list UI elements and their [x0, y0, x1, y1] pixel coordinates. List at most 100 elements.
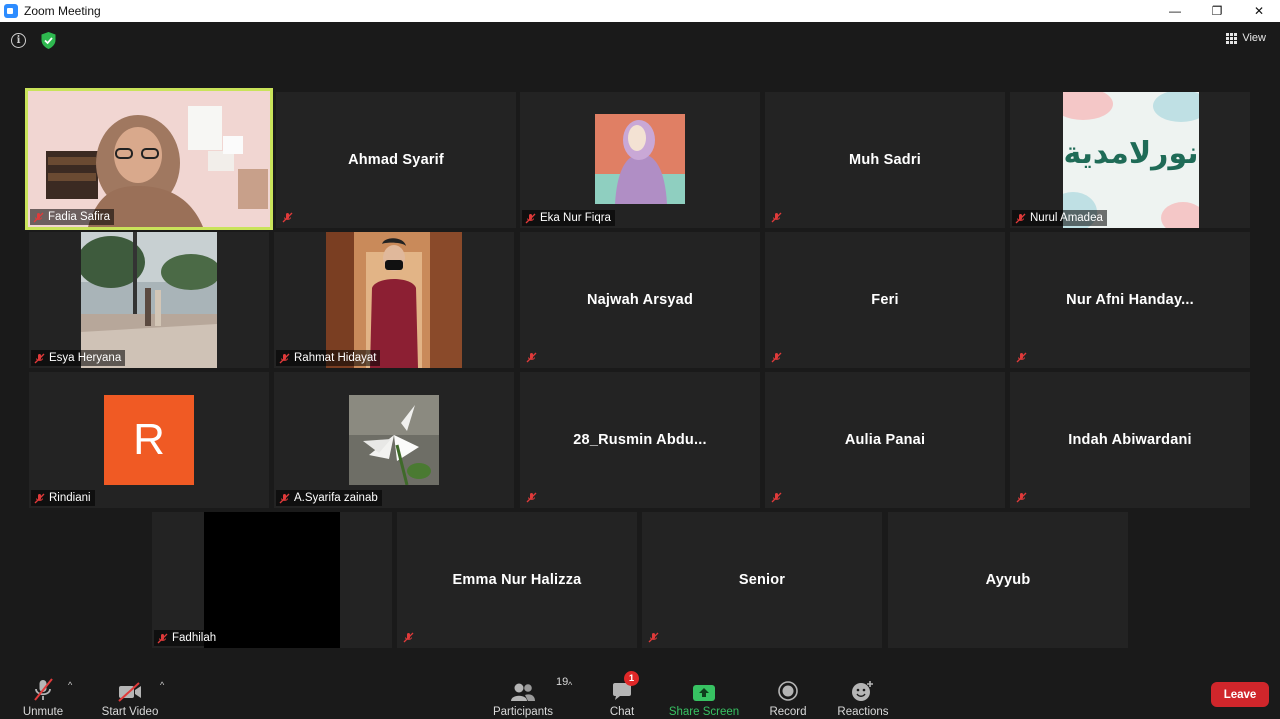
arabic-logo-text: نورلامدية — [1063, 136, 1199, 171]
participant-name-label: Nurul Amadea — [1012, 210, 1107, 226]
muted-mic-icon — [282, 212, 293, 223]
window-titlebar: Zoom Meeting — ❐ ✕ — [0, 0, 1280, 22]
share-screen-icon — [693, 685, 715, 701]
view-label: View — [1242, 32, 1266, 44]
participants-label: Participants — [492, 706, 554, 718]
video-tile[interactable]: R Rindiani — [29, 372, 269, 508]
video-tile[interactable]: Ayyub — [888, 512, 1128, 648]
video-tile[interactable]: Rahmat Hidayat — [274, 232, 514, 368]
video-tile[interactable]: Muh Sadri — [765, 92, 1005, 228]
video-tile[interactable]: Feri — [765, 232, 1005, 368]
muted-mic-icon — [525, 213, 536, 223]
window-title: Zoom Meeting — [24, 4, 101, 18]
start-video-button[interactable]: Start Video — [100, 662, 160, 719]
close-button[interactable]: ✕ — [1238, 0, 1280, 22]
participant-name: 28_Rusmin Abdu... — [573, 432, 707, 448]
info-icon[interactable]: i — [11, 33, 26, 48]
muted-mic-icon — [771, 352, 782, 363]
participant-name-label: Rindiani — [31, 490, 95, 506]
participant-name: Ahmad Syarif — [348, 152, 444, 168]
profile-picture: نورلامدية — [1063, 92, 1199, 228]
participant-name-label: A.Syarifa zainab — [276, 490, 382, 506]
participant-name: A.Syarifa zainab — [294, 492, 378, 504]
participant-name: Nur Afni Handay... — [1066, 292, 1194, 308]
muted-mic-icon — [1016, 352, 1027, 363]
participant-name: Feri — [871, 292, 899, 308]
video-tile[interactable]: 28_Rusmin Abdu... — [520, 372, 760, 508]
participants-count: 19 — [556, 676, 569, 688]
muted-mic-icon — [33, 212, 44, 222]
encryption-shield-icon[interactable] — [40, 31, 57, 50]
record-icon — [778, 681, 798, 701]
video-tile[interactable]: A.Syarifa zainab — [274, 372, 514, 508]
participants-icon — [511, 683, 535, 701]
participant-name: Emma Nur Halizza — [452, 572, 582, 588]
muted-mic-icon — [1016, 492, 1027, 503]
video-tile[interactable]: Senior — [642, 512, 882, 648]
video-options-chevron-up-icon[interactable]: ^ — [160, 680, 164, 690]
participant-name-label: Esya Heryana — [31, 350, 126, 366]
video-tile[interactable]: Indah Abiwardani — [1010, 372, 1250, 508]
meeting-topbar: i View — [0, 22, 1280, 62]
participant-video — [28, 91, 270, 227]
record-label: Record — [769, 706, 807, 718]
participants-options-chevron-up-icon[interactable]: ^ — [568, 680, 572, 690]
video-tile[interactable]: نورلامدية Nurul Amadea — [1010, 92, 1250, 228]
reactions-smiley-icon — [852, 681, 873, 701]
video-tile[interactable]: Fadhilah — [152, 512, 392, 648]
zoom-app-icon — [4, 4, 18, 18]
chat-unread-badge: 1 — [624, 671, 639, 686]
video-tile[interactable]: Emma Nur Halizza — [397, 512, 637, 648]
muted-mic-icon — [1015, 213, 1026, 223]
participant-name: Eka Nur Fiqra — [540, 212, 611, 224]
muted-mic-icon — [526, 492, 537, 503]
video-tile[interactable]: Esya Heryana — [29, 232, 269, 368]
black-video-frame — [204, 512, 340, 648]
participant-name: Rahmat Hidayat — [294, 352, 377, 364]
profile-picture — [349, 395, 439, 485]
profile-picture — [81, 232, 217, 368]
grid-view-icon — [1226, 32, 1238, 44]
participants-button[interactable]: 19 Participants — [492, 662, 568, 719]
participant-name-label: Fadia Safira — [30, 209, 115, 225]
video-tile[interactable]: Najwah Arsyad — [520, 232, 760, 368]
participant-name: Fadia Safira — [48, 211, 111, 223]
avatar-initial: R — [104, 395, 194, 485]
muted-mic-icon — [403, 632, 414, 643]
video-tile[interactable]: Eka Nur Fiqra — [520, 92, 760, 228]
unmute-button[interactable]: Unmute — [18, 662, 68, 719]
video-tile[interactable]: Nur Afni Handay... — [1010, 232, 1250, 368]
record-button[interactable]: Record — [766, 662, 810, 719]
participant-name-label: Eka Nur Fiqra — [522, 210, 615, 226]
meeting-toolbar: Unmute ^ Start Video ^ 19 Participants ^ — [0, 662, 1280, 719]
participant-name: Muh Sadri — [849, 152, 921, 168]
muted-mic-icon — [279, 353, 290, 363]
video-off-icon — [118, 682, 141, 702]
participant-name: Ayyub — [985, 572, 1031, 588]
muted-mic-icon — [648, 632, 659, 643]
participant-name: Esya Heryana — [49, 352, 122, 364]
video-tile[interactable]: Ahmad Syarif — [276, 92, 516, 228]
restore-button[interactable]: ❐ — [1196, 0, 1238, 22]
window-controls: — ❐ ✕ — [1154, 0, 1280, 22]
chat-label: Chat — [609, 706, 635, 718]
leave-button[interactable]: Leave — [1211, 682, 1269, 707]
chat-button[interactable]: 1 Chat — [602, 662, 642, 719]
participant-name: Rindiani — [49, 492, 91, 504]
participant-name: Fadhilah — [172, 632, 217, 644]
muted-mic-icon — [157, 633, 168, 643]
participant-name: Aulia Panai — [844, 432, 926, 448]
participant-name-label: Rahmat Hidayat — [276, 350, 381, 366]
view-button[interactable]: View — [1226, 32, 1266, 44]
share-screen-button[interactable]: Share Screen — [668, 662, 740, 719]
minimize-button[interactable]: — — [1154, 0, 1196, 22]
video-tile[interactable]: Aulia Panai — [765, 372, 1005, 508]
start-video-label: Start Video — [101, 706, 159, 718]
video-tile[interactable]: Fadia Safira — [25, 88, 273, 230]
muted-mic-icon — [279, 493, 290, 503]
reactions-button[interactable]: Reactions — [834, 662, 892, 719]
muted-mic-icon — [771, 212, 782, 223]
participant-name: Nurul Amadea — [1030, 212, 1103, 224]
audio-options-chevron-up-icon[interactable]: ^ — [68, 680, 72, 690]
participant-name: Indah Abiwardani — [1068, 432, 1192, 448]
